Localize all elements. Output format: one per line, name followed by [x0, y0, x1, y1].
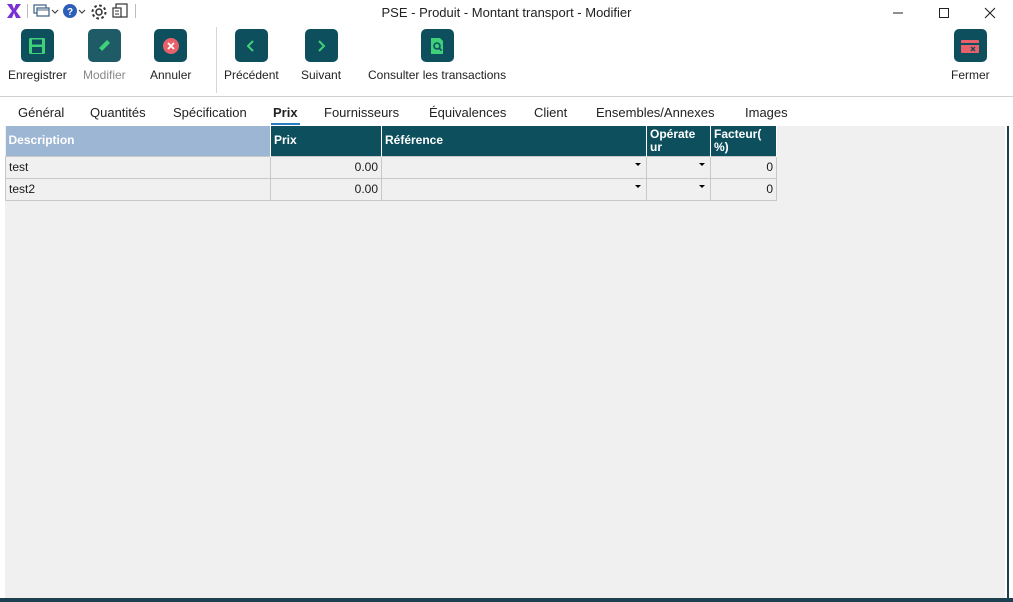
cell-reference[interactable]	[381, 155, 647, 179]
cell-operateur[interactable]	[646, 177, 711, 201]
application-window: ? PSE - Produit - Montant transport - Mo…	[0, 0, 1013, 602]
dropdown-arrow-icon[interactable]	[699, 162, 705, 166]
tab-bar: Général Quantités Spécification Prix Fou…	[0, 98, 1013, 126]
column-header-reference[interactable]: Référence	[381, 126, 647, 156]
next-label: Suivant	[301, 68, 342, 82]
table-row[interactable]: test 0.00 0	[5, 155, 777, 179]
cell-prix[interactable]: 0.00	[270, 155, 382, 179]
price-grid: Description Prix Référence Opérate ur Fac…	[5, 126, 777, 201]
document-search-icon	[420, 29, 454, 62]
column-header-facteur-line1: Facteur(	[714, 127, 762, 141]
cancel-icon	[154, 29, 188, 62]
prix-panel: Description Prix Référence Opérate ur Fac…	[5, 126, 1005, 599]
chevron-right-icon	[304, 29, 338, 62]
pencil-icon	[87, 29, 121, 62]
column-header-operateur-line2: ur	[650, 140, 662, 154]
tab-prix[interactable]: Prix	[271, 105, 300, 125]
cancel-button[interactable]: Annuler	[150, 29, 191, 82]
grid-header-row: Description Prix Référence Opérate ur Fac…	[5, 126, 777, 156]
column-header-operateur[interactable]: Opérate ur	[646, 126, 711, 156]
tab-ensembles-annexes[interactable]: Ensembles/Annexes	[596, 105, 715, 120]
dropdown-arrow-icon[interactable]	[635, 184, 641, 188]
dropdown-arrow-icon[interactable]	[699, 184, 705, 188]
column-header-description[interactable]: Description	[5, 126, 271, 156]
title-bar: ? PSE - Produit - Montant transport - Mo…	[0, 0, 1013, 25]
window-bottom-border	[0, 598, 1013, 602]
column-header-prix[interactable]: Prix	[270, 126, 382, 156]
tab-fournisseurs[interactable]: Fournisseurs	[324, 105, 399, 120]
save-icon	[20, 29, 54, 62]
column-header-facteur[interactable]: Facteur(%)	[710, 126, 777, 156]
cancel-label: Annuler	[150, 68, 192, 82]
previous-label: Précédent	[224, 68, 279, 82]
cell-description[interactable]: test2	[5, 177, 271, 201]
close-button[interactable]: Fermer	[951, 29, 990, 82]
close-label: Fermer	[951, 68, 990, 82]
save-label: Enregistrer	[8, 68, 67, 82]
ribbon-separator	[216, 27, 217, 93]
ribbon-toolbar: Enregistrer Modifier Annuler Précédent S…	[0, 25, 1013, 97]
window-right-border	[1007, 126, 1009, 602]
window-controls	[875, 0, 1013, 25]
edit-label: Modifier	[83, 68, 126, 82]
table-row[interactable]: test2 0.00 0	[5, 177, 777, 201]
minimize-button[interactable]	[875, 0, 921, 25]
save-button[interactable]: Enregistrer	[8, 29, 67, 82]
chevron-left-icon	[234, 29, 268, 62]
cell-description[interactable]: test	[5, 155, 271, 179]
close-window-button[interactable]	[967, 0, 1013, 25]
column-header-operateur-line1: Opérate	[650, 127, 696, 141]
tab-specification[interactable]: Spécification	[173, 105, 247, 120]
close-door-icon	[953, 29, 987, 62]
cell-prix[interactable]: 0.00	[270, 177, 382, 201]
cell-facteur[interactable]: 0	[710, 177, 777, 201]
window-title: PSE - Produit - Montant transport - Modi…	[381, 5, 632, 20]
next-button[interactable]: Suivant	[301, 29, 341, 82]
maximize-button[interactable]	[921, 0, 967, 25]
view-transactions-button[interactable]: Consulter les transactions	[368, 29, 506, 82]
tab-equivalences[interactable]: Équivalences	[429, 105, 506, 120]
cell-reference[interactable]	[381, 177, 647, 201]
tab-quantites[interactable]: Quantités	[90, 105, 146, 120]
dropdown-arrow-icon[interactable]	[635, 162, 641, 166]
view-transactions-label: Consulter les transactions	[368, 68, 507, 82]
tab-images[interactable]: Images	[745, 105, 788, 120]
edit-button[interactable]: Modifier	[83, 29, 126, 82]
cell-facteur[interactable]: 0	[710, 155, 777, 179]
tab-general[interactable]: Général	[18, 105, 64, 120]
cell-operateur[interactable]	[646, 155, 711, 179]
column-header-facteur-line2: %)	[714, 140, 729, 154]
tab-client[interactable]: Client	[534, 105, 567, 120]
previous-button[interactable]: Précédent	[224, 29, 279, 82]
